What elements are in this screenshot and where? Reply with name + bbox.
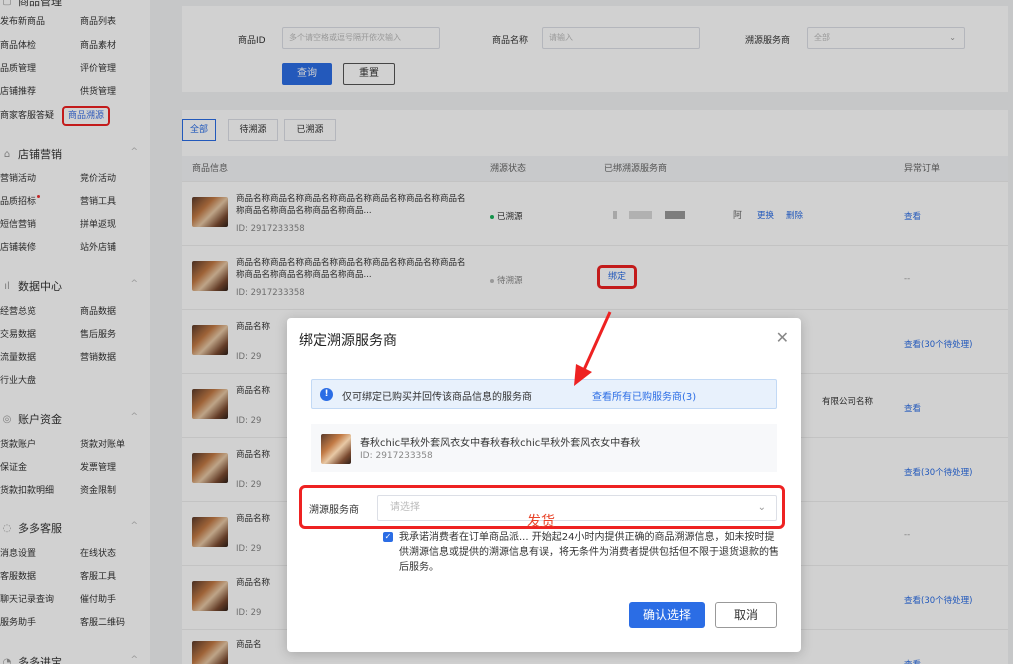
info-notice: ! 仅可绑定已购买并回传该商品信息的服务商 查看所有已购服务商(3)	[311, 379, 777, 409]
dialog-title: 绑定溯源服务商	[299, 333, 397, 349]
agree-checkbox[interactable]: ✓	[383, 532, 393, 542]
agree-text: 我承诺消费者在订单商品派... 开始起24小时内提供正确的商品溯源信息，如未按时…	[399, 532, 779, 573]
confirm-button[interactable]: 确认选择	[629, 602, 705, 628]
product-thumbnail	[321, 434, 351, 464]
close-icon[interactable]: ✕	[776, 328, 789, 347]
product-name: 春秋chic早秋外套风衣女中春秋春秋chic早秋外套风衣女中春秋	[360, 438, 641, 449]
bind-svc-dialog: 绑定溯源服务商 ✕ ! 仅可绑定已购买并回传该商品信息的服务商 查看所有已购服务…	[287, 318, 801, 652]
cancel-button[interactable]: 取消	[715, 602, 777, 628]
selected-product: 春秋chic早秋外套风衣女中春秋春秋chic早秋外套风衣女中春秋 ID: 291…	[311, 424, 777, 472]
notice-text: 仅可绑定已购买并回传该商品信息的服务商	[342, 392, 532, 403]
annotation-text: 发货	[527, 514, 555, 530]
view-purchased-svc-link[interactable]: 查看所有已购服务商(3)	[592, 388, 696, 403]
info-icon: !	[320, 388, 333, 401]
product-id: ID: 2917233358	[360, 451, 433, 461]
